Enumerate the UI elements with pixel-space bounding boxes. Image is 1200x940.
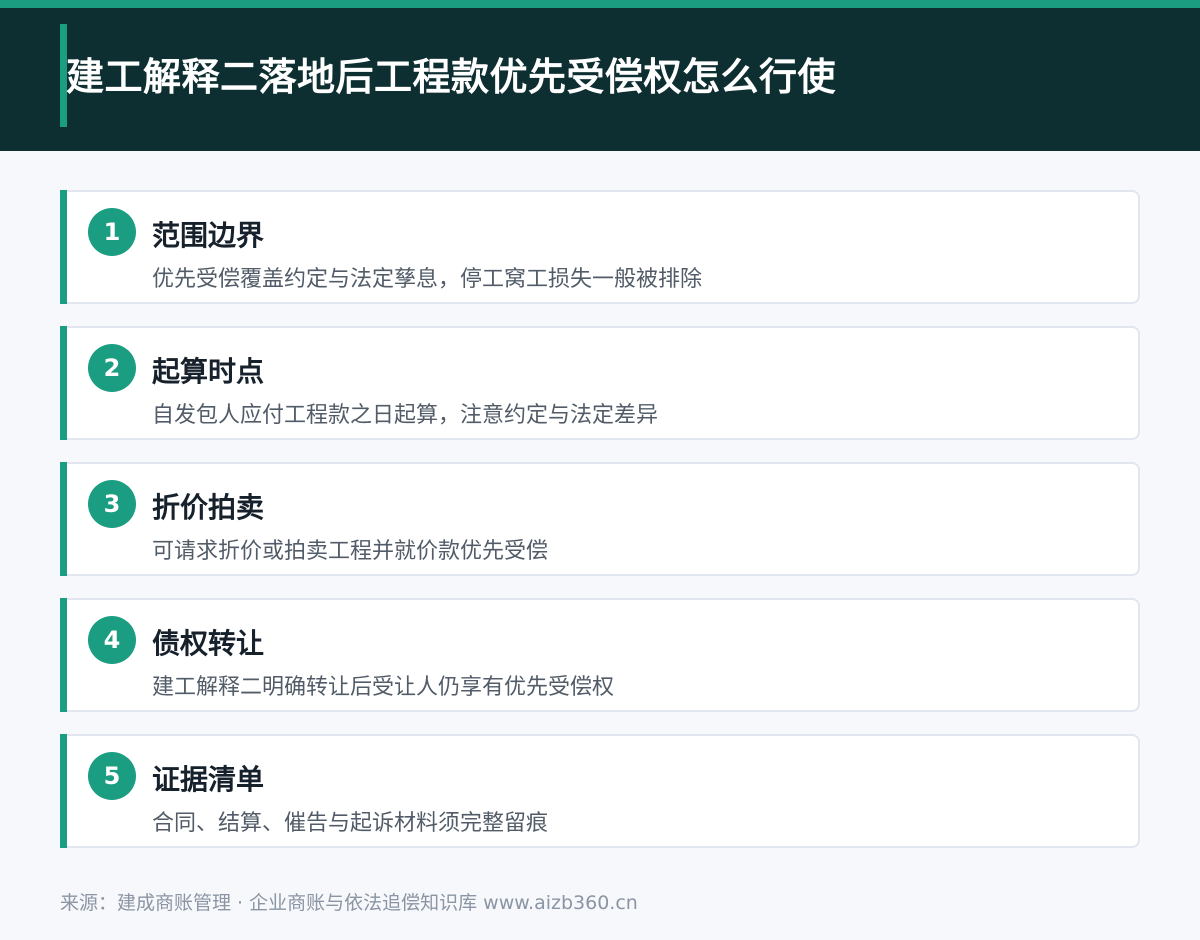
item-title: 起算时点 bbox=[152, 355, 265, 388]
item-number-badge: 3 bbox=[88, 480, 136, 528]
card-accent-bar bbox=[60, 734, 67, 848]
card-accent-bar bbox=[60, 598, 67, 712]
item-description: 建工解释二明确转让后受让人仍享有优先受偿权 bbox=[152, 675, 615, 700]
item-description: 合同、结算、催告与起诉材料须完整留痕 bbox=[152, 811, 549, 836]
item-list: 1 范围边界 优先受偿覆盖约定与法定孳息，停工窝工损失一般被排除 2 起算时点 … bbox=[60, 190, 1140, 870]
item-number-badge: 5 bbox=[88, 752, 136, 800]
card-accent-bar bbox=[60, 190, 67, 304]
item-description: 可请求折价或拍卖工程并就价款优先受偿 bbox=[152, 539, 549, 564]
item-title: 折价拍卖 bbox=[152, 491, 265, 524]
list-item: 4 债权转让 建工解释二明确转让后受让人仍享有优先受偿权 bbox=[60, 598, 1140, 712]
top-accent-strip bbox=[0, 0, 1200, 8]
item-title: 证据清单 bbox=[152, 763, 265, 796]
list-item: 1 范围边界 优先受偿覆盖约定与法定孳息，停工窝工损失一般被排除 bbox=[60, 190, 1140, 304]
item-number-badge: 2 bbox=[88, 344, 136, 392]
item-description: 自发包人应付工程款之日起算，注意约定与法定差异 bbox=[152, 403, 659, 428]
item-title: 范围边界 bbox=[152, 219, 265, 252]
item-description: 优先受偿覆盖约定与法定孳息，停工窝工损失一般被排除 bbox=[152, 267, 703, 292]
card-accent-bar bbox=[60, 326, 67, 440]
page-header: 建工解释二落地后工程款优先受偿权怎么行使 bbox=[0, 8, 1200, 151]
page-title: 建工解释二落地后工程款优先受偿权怎么行使 bbox=[66, 55, 837, 99]
list-item: 5 证据清单 合同、结算、催告与起诉材料须完整留痕 bbox=[60, 734, 1140, 848]
list-item: 2 起算时点 自发包人应付工程款之日起算，注意约定与法定差异 bbox=[60, 326, 1140, 440]
card-accent-bar bbox=[60, 462, 67, 576]
item-number-badge: 4 bbox=[88, 616, 136, 664]
source-footer: 来源：建成商账管理 · 企业商账与依法追偿知识库 www.aizb360.cn bbox=[60, 892, 638, 914]
item-title: 债权转让 bbox=[152, 627, 265, 660]
list-item: 3 折价拍卖 可请求折价或拍卖工程并就价款优先受偿 bbox=[60, 462, 1140, 576]
item-number-badge: 1 bbox=[88, 208, 136, 256]
